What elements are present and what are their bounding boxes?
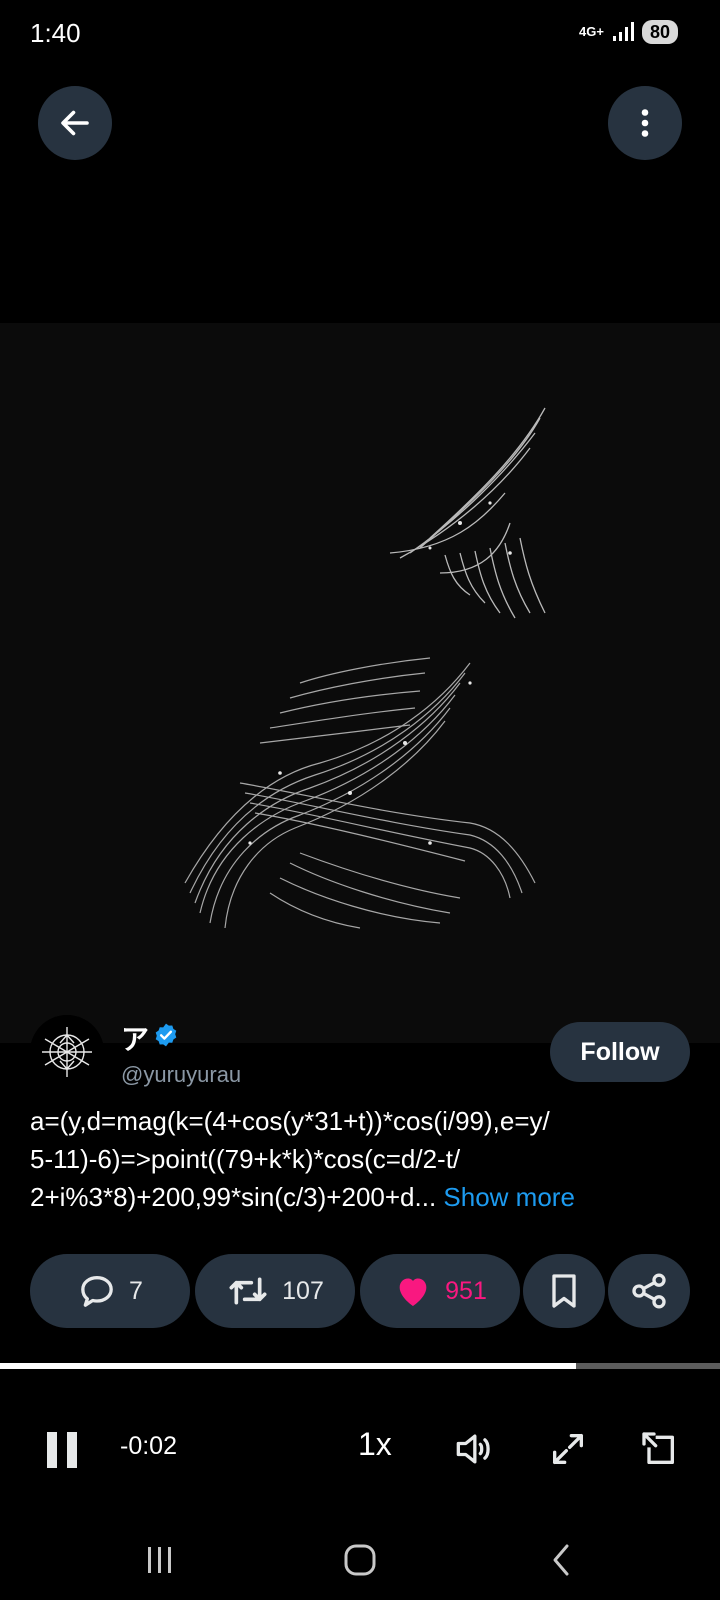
tweet-text: a=(y,d=mag(k=(4+cos(y*31+t))*cos(i/99),e… (30, 1102, 690, 1216)
arrow-left-icon (61, 110, 89, 136)
status-bar: 1:40 4G+ 80 (0, 0, 720, 64)
show-more-link[interactable]: Show more (443, 1182, 575, 1212)
share-icon (632, 1273, 666, 1309)
more-vertical-icon (641, 109, 649, 137)
back-nav-button[interactable] (532, 1530, 592, 1590)
share-button[interactable] (608, 1254, 690, 1328)
video-artwork (184, 407, 546, 929)
video-viewer-screen: 1:40 4G+ 80 ア @yuruyurau Follow a=(y,d=m… (0, 0, 720, 1600)
status-time: 1:40 (30, 18, 81, 48)
status-icons: 4G+ 80 (579, 20, 678, 44)
picture-in-picture-button[interactable] (636, 1426, 682, 1472)
heart-icon (399, 1278, 427, 1306)
like-button[interactable]: 951 (360, 1254, 520, 1328)
signal-icon (612, 22, 634, 41)
tweet-line: 5-11)-6)=>point((79+k*k)*cos(c=d/2-t/ (30, 1144, 461, 1174)
time-remaining: -0:02 (120, 1432, 177, 1460)
home-icon (344, 1544, 376, 1576)
reply-count: 7 (129, 1276, 143, 1305)
author-name[interactable]: ア (121, 1018, 149, 1058)
video-progress-fill (0, 1363, 576, 1369)
tweet-line-text: 2+i%3*8)+200,99*sin(c/3)+200+d... (30, 1182, 437, 1212)
verified-badge-icon (155, 1023, 177, 1047)
volume-icon (456, 1434, 490, 1464)
retweet-count: 107 (282, 1276, 324, 1305)
avatar[interactable] (30, 1015, 104, 1089)
volume-button[interactable] (450, 1426, 496, 1472)
avatar-snowflake-icon (30, 1015, 104, 1089)
tweet-line-last: 2+i%3*8)+200,99*sin(c/3)+200+d... Show m… (30, 1178, 690, 1216)
reply-button[interactable]: 7 (30, 1254, 190, 1328)
retweet-button[interactable]: 107 (195, 1254, 355, 1328)
pip-icon (642, 1432, 674, 1464)
player-controls: -0:02 1x (0, 1420, 720, 1480)
video-player[interactable] (0, 323, 720, 1043)
network-type: 4G+ (579, 24, 604, 39)
fullscreen-icon (553, 1434, 583, 1464)
home-button[interactable] (330, 1530, 390, 1590)
more-options-button[interactable] (608, 86, 682, 160)
bookmark-button[interactable] (523, 1254, 605, 1328)
playback-speed-button[interactable]: 1x (358, 1426, 392, 1463)
pause-icon (47, 1432, 77, 1468)
author-handle[interactable]: @yuruyurau (121, 1062, 241, 1088)
system-nav-bar (0, 1530, 720, 1590)
reply-icon (81, 1276, 113, 1307)
tweet-line: a=(y,d=mag(k=(4+cos(y*31+t))*cos(i/99),e… (30, 1106, 550, 1136)
recent-apps-icon (148, 1547, 171, 1573)
chevron-left-icon (553, 1544, 569, 1576)
back-button[interactable] (38, 86, 112, 160)
battery-indicator: 80 (641, 20, 678, 44)
recent-apps-button[interactable] (130, 1530, 190, 1590)
fullscreen-button[interactable] (545, 1426, 591, 1472)
bookmark-icon (552, 1274, 576, 1308)
follow-button[interactable]: Follow (550, 1022, 690, 1082)
like-count: 951 (445, 1276, 487, 1305)
video-progress-bar[interactable] (0, 1363, 720, 1369)
pause-button[interactable] (40, 1420, 84, 1480)
retweet-icon (229, 1277, 267, 1305)
